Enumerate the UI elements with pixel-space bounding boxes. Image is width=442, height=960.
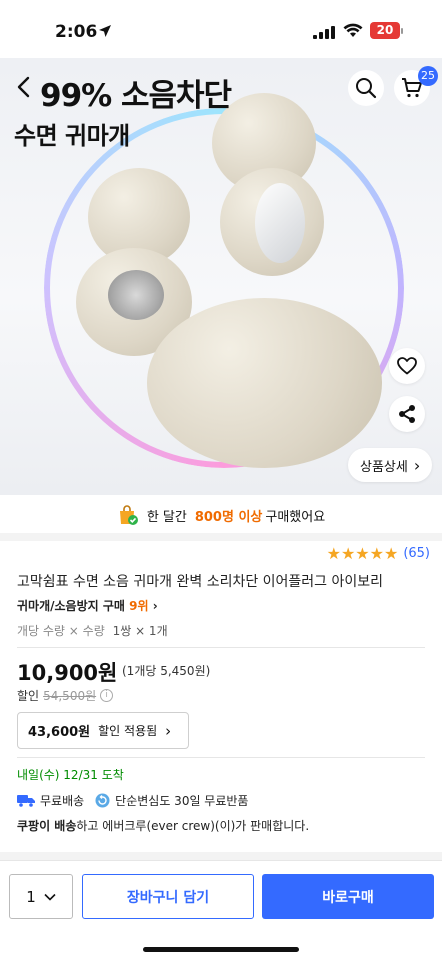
status-bar: 2:06 20 xyxy=(0,0,442,58)
battery-tip xyxy=(401,28,403,34)
discount-info: 할인 54,500원 i xyxy=(17,687,114,704)
quantity-select[interactable]: 1 xyxy=(9,874,73,919)
rating-stars: ★★★★★ xyxy=(327,544,399,563)
search-button[interactable] xyxy=(348,70,384,106)
home-indicator[interactable] xyxy=(143,947,299,952)
search-icon xyxy=(356,78,377,99)
star-icon: ★ xyxy=(355,544,370,563)
seller-info: 쿠팡이 배송하고 에버크루(ever crew)(이)가 판매합니다. xyxy=(17,817,309,834)
info-icon[interactable]: i xyxy=(100,689,114,702)
banner-prefix: 한 달간 xyxy=(146,509,187,525)
section-separator xyxy=(0,533,442,541)
cart-count-badge: 25 xyxy=(418,66,438,86)
star-icon: ★ xyxy=(340,544,356,563)
product-title: 고막쉼표 수면 소음 귀마개 완벽 소리차단 이어플러그 아이보리 xyxy=(17,574,384,590)
free-return-label: 단순변심도 30일 무료반품 xyxy=(115,794,249,808)
discount-applied-label: 할인 적용됨 xyxy=(98,724,158,738)
chevron-right-icon: › xyxy=(152,599,158,613)
divider xyxy=(17,757,425,758)
option-value: 1쌍 × 1개 xyxy=(112,624,168,638)
earbud-mesh xyxy=(108,270,164,320)
chevron-right-icon: › xyxy=(165,721,172,740)
location-arrow-icon xyxy=(99,25,111,37)
heart-icon xyxy=(397,357,417,375)
star-icon: ★ xyxy=(369,544,384,563)
star-icon: ★ xyxy=(383,544,399,563)
battery-icon: 20 xyxy=(370,22,400,39)
chevron-right-icon: › xyxy=(413,455,421,475)
shipping-benefits: 무료배송 단순변심도 30일 무료반품 xyxy=(17,792,248,809)
shopping-bag-check-icon xyxy=(119,505,138,525)
free-shipping-label: 무료배송 xyxy=(40,794,85,808)
battery-level: 20 xyxy=(376,23,394,37)
back-arrow-icon[interactable] xyxy=(14,76,34,98)
banner-count: 800명 이상 xyxy=(194,509,263,525)
wifi-icon xyxy=(343,23,363,37)
delivery-date: 내일(수) 12/31 도착 xyxy=(17,768,124,782)
section-separator xyxy=(0,852,442,860)
review-count[interactable]: (65) xyxy=(403,546,430,561)
category-rank-link[interactable]: 귀마개/소음방지 구매 9위 › xyxy=(17,597,158,614)
share-icon xyxy=(399,405,415,423)
earbud-silver-plate xyxy=(255,183,305,263)
discount-amount: 43,600원 xyxy=(28,725,91,740)
category-label: 귀마개/소음방지 구매 xyxy=(17,599,125,613)
signal-icon xyxy=(313,26,335,39)
rating-summary[interactable]: ★★★★★ (65) xyxy=(327,544,430,563)
quantity-value: 1 xyxy=(26,887,36,906)
rocket-delivery-label: 쿠팡이 배송 xyxy=(17,819,77,833)
purchase-action-bar: 1 장바구니 담기 바로구매 xyxy=(0,860,442,960)
discount-label: 할인 xyxy=(17,689,40,703)
truck-icon xyxy=(17,795,35,807)
option-label: 개당 수량 × 수량 xyxy=(17,624,105,638)
rank-value: 9위 xyxy=(129,599,149,613)
seller-text: 하고 에버크루(ever crew)(이)가 판매합니다. xyxy=(76,819,310,833)
sale-price: 10,900원 xyxy=(17,661,118,685)
wishlist-button[interactable] xyxy=(389,348,425,384)
product-image-carousel[interactable]: 99% 소음차단 수면 귀마개 xyxy=(0,58,442,495)
discount-applied-button[interactable]: 43,600원 할인 적용됨 › xyxy=(17,712,189,749)
purchase-count-banner: 한 달간 800명 이상 구매했어요 xyxy=(0,497,442,533)
charging-case-image xyxy=(147,298,382,468)
product-detail-button[interactable]: 상품상세 › xyxy=(348,448,433,482)
product-detail-label: 상품상세 xyxy=(360,459,408,475)
chevron-down-icon xyxy=(44,893,56,901)
hero-headline: 99% 소음차단 xyxy=(40,78,232,114)
buy-now-button[interactable]: 바로구매 xyxy=(262,874,434,919)
add-to-cart-button[interactable]: 장바구니 담기 xyxy=(82,874,254,919)
option-row: 개당 수량 × 수량 1쌍 × 1개 xyxy=(17,622,168,639)
original-price: 54,500원 xyxy=(43,689,97,703)
return-icon xyxy=(95,793,110,808)
divider xyxy=(17,647,425,648)
star-icon: ★ xyxy=(326,544,341,563)
unit-price: (1개당 5,450원) xyxy=(122,664,211,678)
status-time: 2:06 xyxy=(55,22,98,42)
share-button[interactable] xyxy=(389,396,425,432)
hero-subheadline: 수면 귀마개 xyxy=(14,122,130,150)
banner-suffix: 구매했어요 xyxy=(265,509,326,525)
